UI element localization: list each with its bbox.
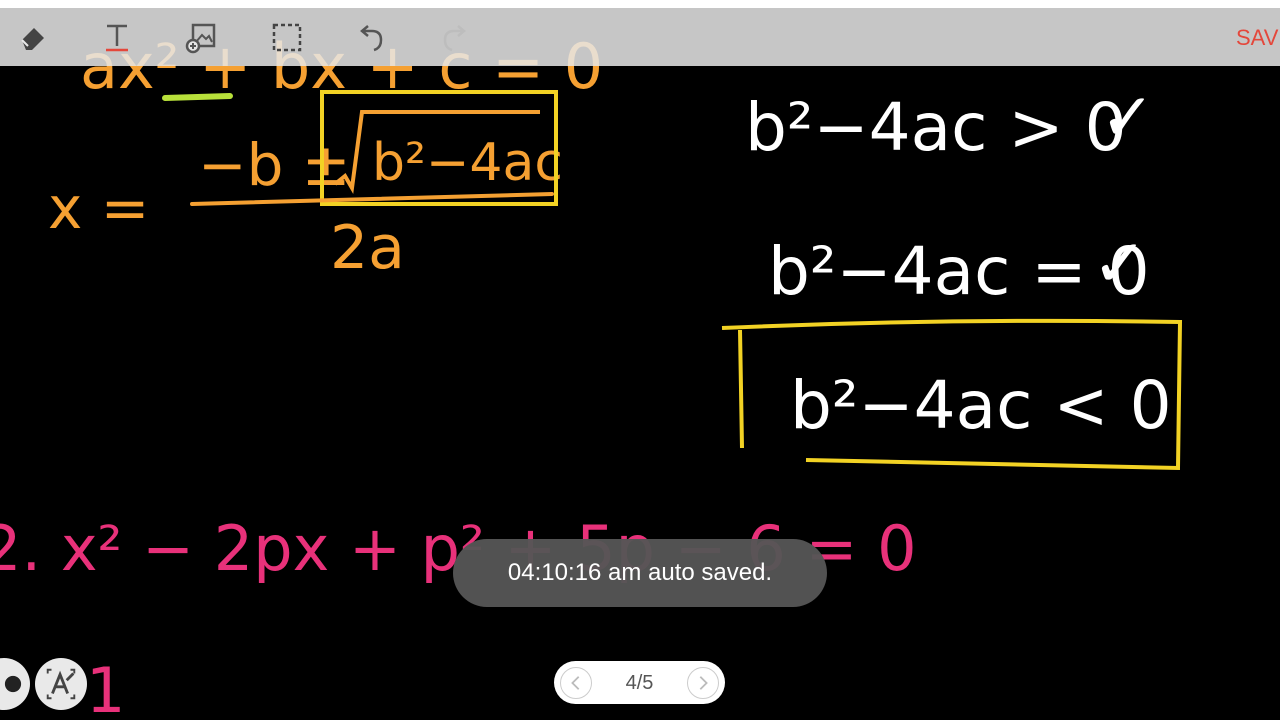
page-navigator: 4/5 xyxy=(554,661,725,704)
eraser-button[interactable] xyxy=(12,16,54,58)
ink-green-underline xyxy=(162,93,233,101)
ink-case-3: b²−4ac < 0 xyxy=(790,367,1172,444)
ink-check-2: ✓ xyxy=(1092,225,1147,302)
ink-radical: b²−4ac xyxy=(372,133,563,193)
redo-icon xyxy=(443,25,466,52)
ink-denominator: 2a xyxy=(330,213,405,283)
save-button[interactable]: SAVE xyxy=(1236,25,1280,51)
eraser-icon xyxy=(21,28,44,50)
chevron-left-icon xyxy=(571,676,580,690)
ink-check-1: ✓ xyxy=(1100,79,1155,156)
previous-page-button[interactable] xyxy=(560,667,592,699)
selection-tool-button[interactable] xyxy=(266,16,308,58)
auto-save-toast: 04:10:16 am auto saved. xyxy=(453,539,827,607)
ink-numerator: −b ± xyxy=(198,131,350,199)
text-recognition-button[interactable] xyxy=(35,658,87,710)
ink-case-1: b²−4ac > 0 xyxy=(745,89,1127,166)
insert-image-icon xyxy=(185,23,216,54)
text-tool-button[interactable] xyxy=(96,16,138,58)
drawing-toolbar: SAVE xyxy=(0,8,1280,66)
page-number: 4/5 xyxy=(625,672,654,694)
undo-button[interactable] xyxy=(350,16,392,58)
undo-icon xyxy=(360,25,383,52)
redo-button[interactable] xyxy=(434,16,476,58)
chevron-right-icon xyxy=(699,676,708,690)
color-dot-icon xyxy=(4,675,22,693)
insert-image-button[interactable] xyxy=(180,16,222,58)
text-recognition-icon xyxy=(46,668,76,700)
ink-bottom-fragment: 1 xyxy=(86,654,125,720)
next-page-button[interactable] xyxy=(687,667,719,699)
toast-text: 04:10:16 am auto saved. xyxy=(507,559,773,586)
ink-x-prefix: x = xyxy=(48,174,149,242)
selection-icon xyxy=(272,23,302,52)
whiteboard-canvas[interactable]: ax² + bx + c = 0 x = −b ± b²−4ac 2a b²−4… xyxy=(0,0,1280,720)
text-icon xyxy=(106,24,128,52)
